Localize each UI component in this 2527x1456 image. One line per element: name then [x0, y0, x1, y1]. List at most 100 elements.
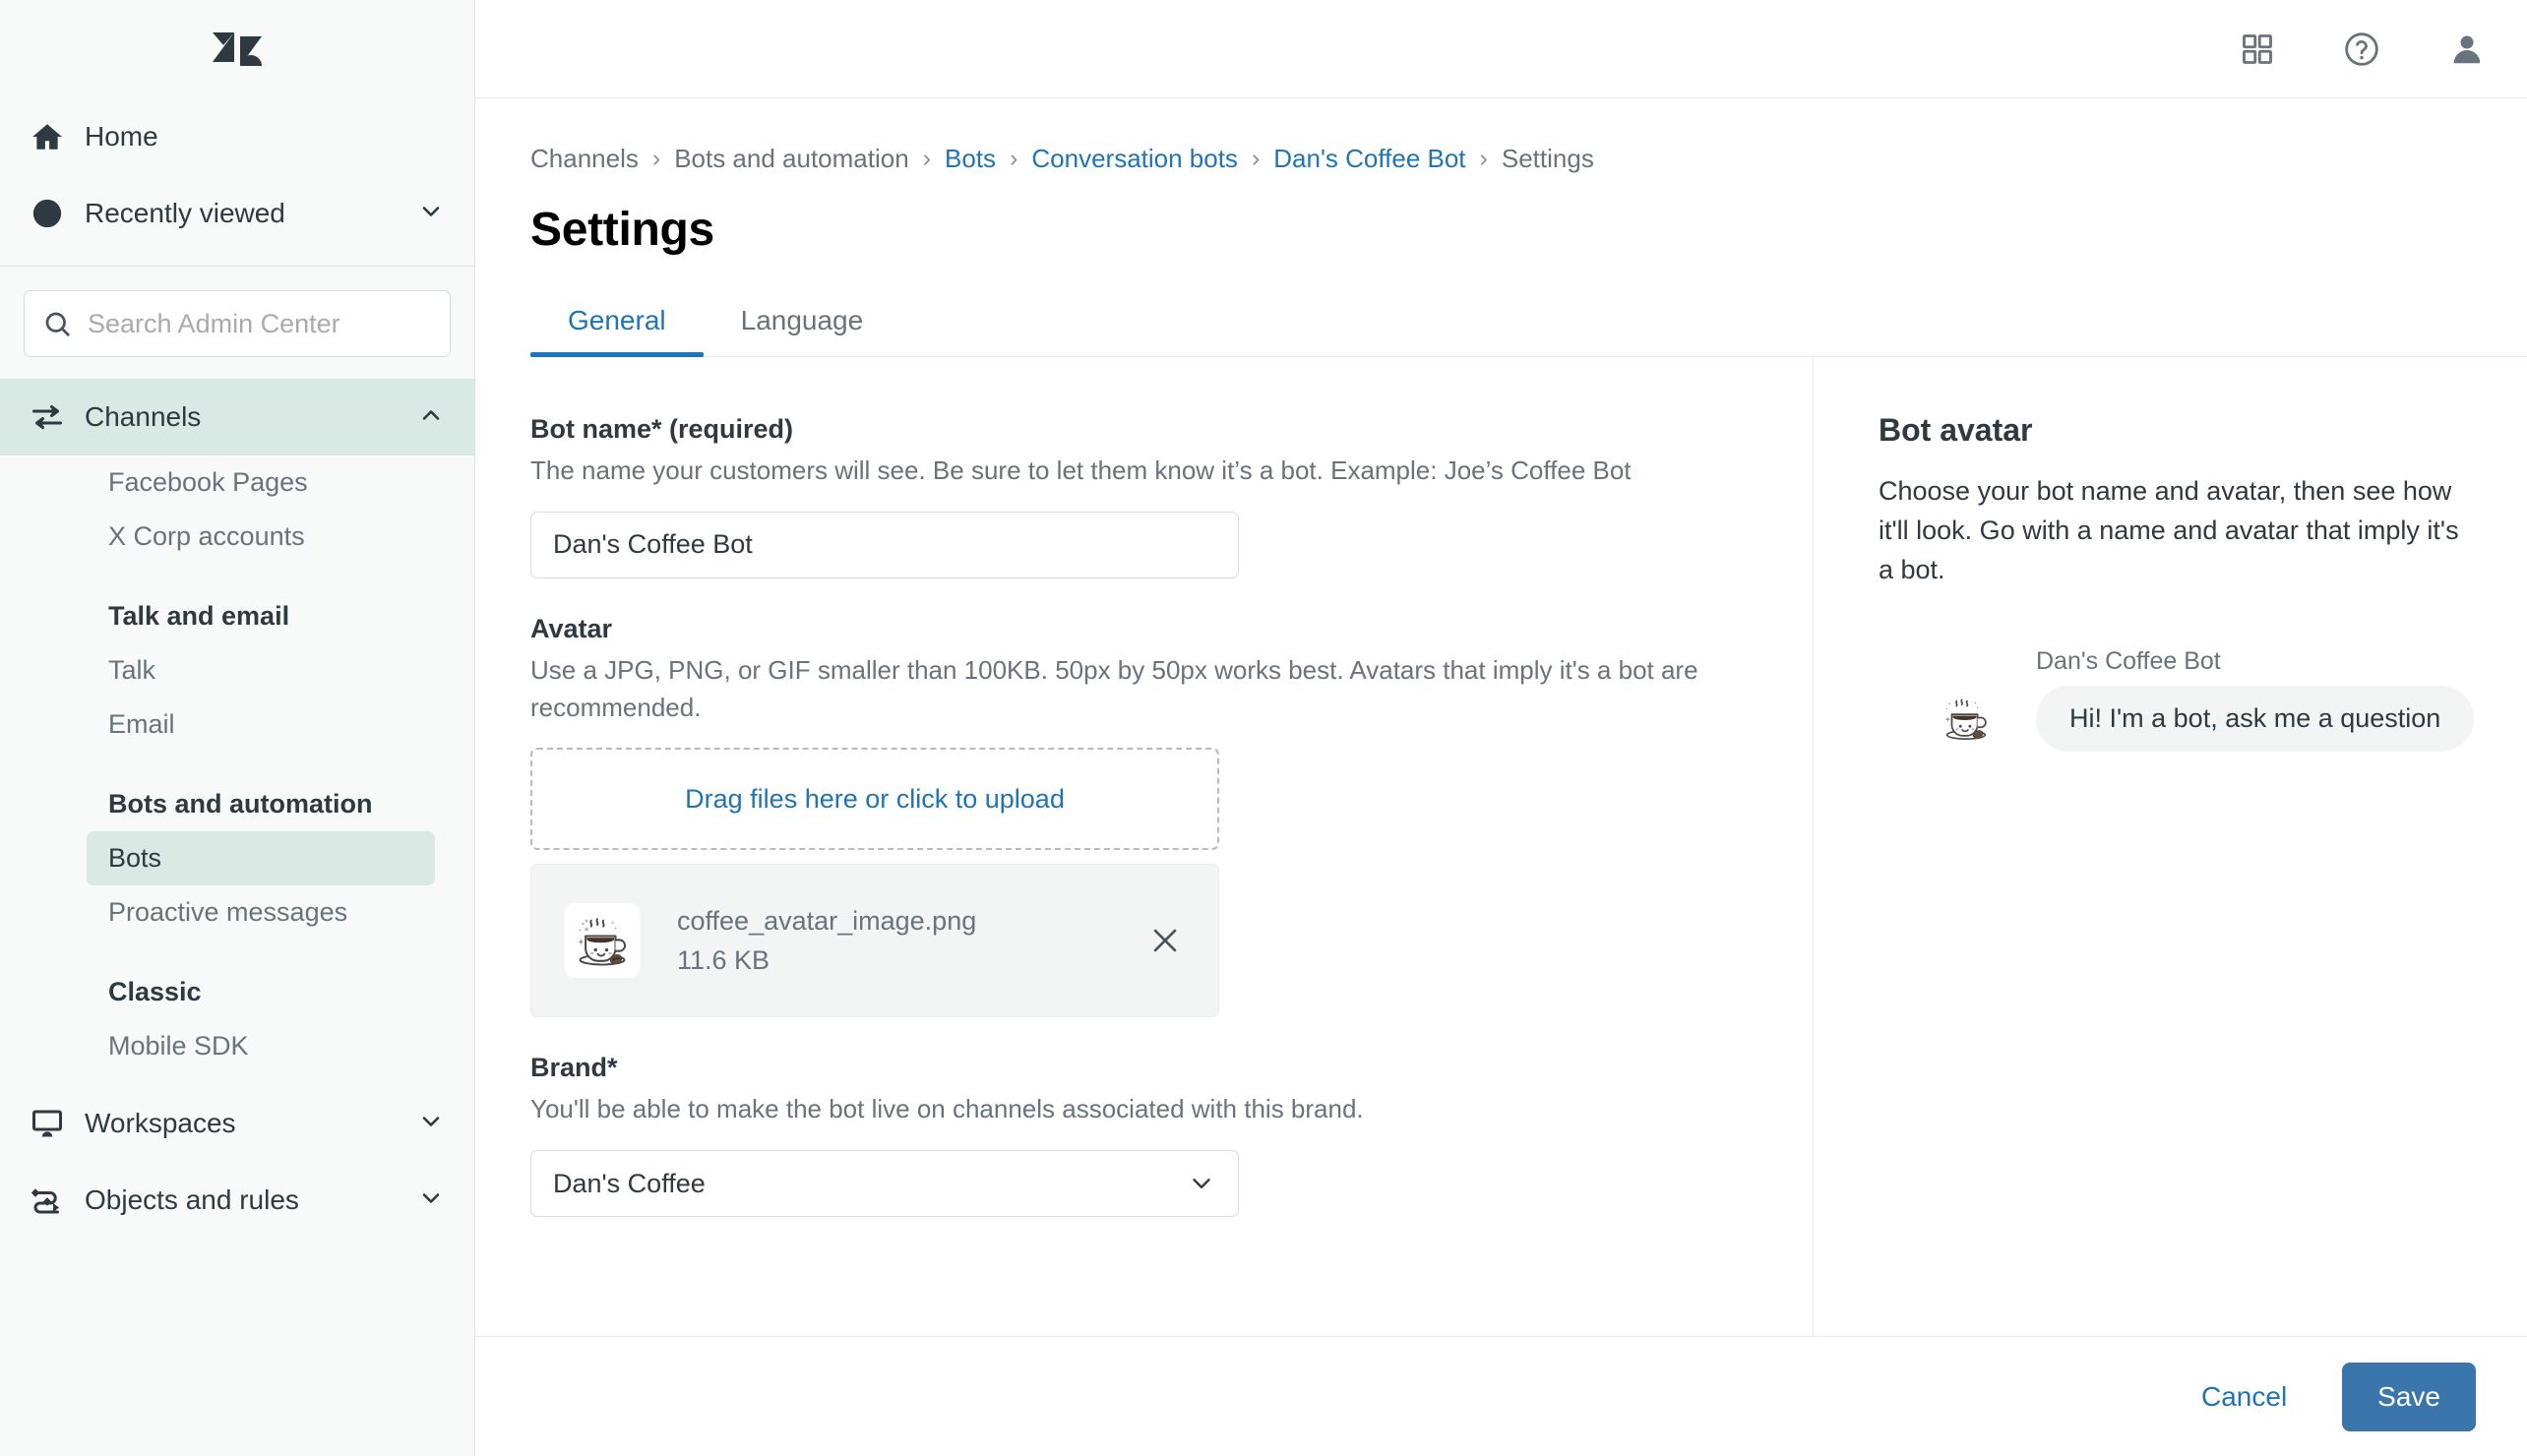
chevron-up-icon[interactable]	[417, 401, 445, 434]
uploaded-file-meta: coffee_avatar_image.png 11.6 KB	[677, 903, 1140, 979]
objects-rules-icon	[22, 1183, 73, 1218]
breadcrumb-separator: ›	[1251, 144, 1261, 172]
zendesk-logo-wrap[interactable]	[0, 0, 474, 98]
chevron-down-icon	[1187, 1169, 1216, 1198]
coffee-cup-icon	[565, 903, 640, 979]
page-header: Channels › Bots and automation › Bots › …	[475, 98, 2527, 257]
sidebar-item-workspaces[interactable]: Workspaces	[0, 1085, 474, 1162]
breadcrumb-separator: ›	[651, 144, 661, 172]
sidebar-group-title-bots-and-automation: Bots and automation	[108, 789, 373, 819]
sidebar-item-home-label: Home	[85, 121, 158, 152]
sidebar-item-objects-and-rules-label: Objects and rules	[85, 1184, 299, 1216]
bot-preview-message-row: Hi! I'm a bot, ask me a question	[1936, 685, 2527, 752]
chevron-down-icon[interactable]	[417, 198, 445, 230]
save-button[interactable]: Save	[2342, 1362, 2476, 1431]
bot-name-input[interactable]	[530, 511, 1239, 578]
settings-panes: Bot name* (required) The name your custo…	[475, 357, 2527, 1336]
uploaded-file-name: coffee_avatar_image.png	[677, 905, 977, 936]
sidebar-item-recently-viewed[interactable]: Recently viewed	[0, 175, 474, 252]
avatar-dropzone[interactable]: Drag files here or click to upload	[530, 748, 1219, 851]
apps-grid-icon[interactable]	[2240, 31, 2275, 67]
coffee-cup-glyph	[578, 918, 626, 966]
topbar	[475, 0, 2527, 98]
breadcrumb-separator: ›	[1010, 144, 1018, 172]
general-settings-form: Bot name* (required) The name your custo…	[475, 357, 1814, 1336]
search-box[interactable]	[24, 290, 451, 357]
page-title: Settings	[530, 204, 714, 256]
brand-select-wrap: Dan's Coffee	[530, 1150, 1239, 1218]
bot-avatar-panel: Bot avatar Choose your bot name and avat…	[1814, 357, 2527, 1336]
monitor-icon	[22, 1106, 73, 1141]
breadcrumb-dans-coffee-bot[interactable]: Dan's Coffee Bot	[1273, 146, 1465, 171]
avatar-help-text: Use a JPG, PNG, or GIF smaller than 100K…	[530, 654, 1698, 722]
sidebar-subitem-email[interactable]: Email	[87, 698, 435, 752]
sidebar-item-workspaces-label: Workspaces	[85, 1108, 236, 1139]
uploaded-file-row: coffee_avatar_image.png 11.6 KB	[530, 864, 1219, 1018]
uploaded-file-size: 11.6 KB	[677, 945, 770, 976]
sidebar-subitem-facebook-pages[interactable]: Facebook Pages	[87, 455, 435, 510]
sidebar-search-area	[0, 267, 474, 379]
sidebar-subitem-x-corp-accounts[interactable]: X Corp accounts	[87, 510, 435, 564]
sidebar-subitem-proactive-messages[interactable]: Proactive messages	[87, 885, 435, 940]
sidebar-item-objects-and-rules[interactable]: Objects and rules	[0, 1162, 474, 1239]
search-input[interactable]	[88, 308, 432, 339]
clock-icon	[22, 197, 73, 230]
content-area: Channels › Bots and automation › Bots › …	[475, 98, 2527, 1336]
chevron-down-icon[interactable]	[417, 1184, 445, 1217]
sidebar-channel-sublist: Facebook Pages X Corp accounts Talk and …	[0, 455, 474, 1073]
brand-select[interactable]: Dan's Coffee	[530, 1150, 1239, 1218]
tab-general[interactable]: General	[530, 305, 704, 357]
brand-help-text: You'll be able to make the bot live on c…	[530, 1094, 1364, 1124]
bot-name-field-group: Bot name* (required) The name your custo…	[530, 412, 1813, 578]
sidebar-group-title-talk-and-email: Talk and email	[108, 601, 290, 632]
sidebar-subitem-talk[interactable]: Talk	[87, 643, 435, 698]
bot-name-help-text: The name your customers will see. Be sur…	[530, 455, 1632, 486]
sidebar-item-channels[interactable]: Channels	[0, 379, 474, 455]
avatar-dropzone-label: Drag files here or click to upload	[685, 783, 1065, 814]
breadcrumb-bots-and-automation: Bots and automation	[674, 144, 909, 173]
coffee-cup-icon	[1936, 688, 1997, 749]
sidebar-item-recently-viewed-label: Recently viewed	[85, 198, 285, 228]
breadcrumb-bots[interactable]: Bots	[945, 146, 996, 171]
sidebar: Home Recently viewed Search Admin Center…	[0, 0, 475, 1456]
bot-avatar-panel-title: Bot avatar	[1879, 412, 2033, 448]
bot-preview-message: Hi! I'm a bot, ask me a question	[2036, 685, 2475, 752]
sidebar-primary-nav: Home Recently viewed	[0, 98, 474, 266]
sidebar-subitem-bots[interactable]: Bots	[87, 831, 435, 886]
coffee-cup-glyph	[1944, 698, 1987, 741]
breadcrumb: Channels › Bots and automation › Bots › …	[530, 146, 2527, 171]
help-circle-icon[interactable]	[2342, 30, 2381, 69]
sidebar-item-home[interactable]: Home	[0, 98, 474, 175]
sidebar-group-title-classic: Classic	[108, 977, 202, 1007]
brand-select-value: Dan's Coffee	[553, 1168, 706, 1198]
sidebar-secondary-nav: Workspaces Objects and rules	[0, 1085, 474, 1239]
tab-bar: General Language	[530, 296, 2527, 357]
sidebar-subitem-mobile-sdk[interactable]: Mobile SDK	[87, 1019, 435, 1073]
sidebar-item-channels-label: Channels	[85, 401, 202, 432]
bot-avatar-panel-description: Choose your bot name and avatar, then se…	[1879, 476, 2459, 584]
form-footer: Cancel Save	[475, 1336, 2527, 1456]
chevron-down-icon[interactable]	[417, 1108, 445, 1140]
avatar-label: Avatar	[530, 613, 613, 643]
brand-label: Brand*	[530, 1053, 618, 1083]
bot-preview: Dan's Coffee Bot Hi! I'm a bot, ask me a…	[1879, 647, 2527, 752]
breadcrumb-conversation-bots[interactable]: Conversation bots	[1031, 146, 1238, 171]
bot-preview-name: Dan's Coffee Bot	[2036, 646, 2221, 675]
cancel-button[interactable]: Cancel	[2191, 1367, 2297, 1426]
breadcrumb-channels: Channels	[530, 144, 639, 173]
close-icon[interactable]	[1140, 915, 1191, 966]
breadcrumb-separator: ›	[1479, 144, 1488, 172]
avatar-field-group: Avatar Use a JPG, PNG, or GIF smaller th…	[530, 612, 1813, 1018]
breadcrumb-separator: ›	[922, 144, 932, 172]
zendesk-logo	[213, 32, 262, 66]
app-root: Home Recently viewed Search Admin Center…	[0, 0, 2527, 1456]
breadcrumb-settings: Settings	[1501, 144, 1594, 173]
transfer-arrows-icon	[22, 399, 73, 435]
bot-name-label: Bot name* (required)	[530, 414, 794, 444]
tab-language[interactable]: Language	[704, 305, 901, 356]
user-profile-icon[interactable]	[2448, 30, 2486, 68]
main-region: Channels › Bots and automation › Bots › …	[475, 0, 2527, 1456]
